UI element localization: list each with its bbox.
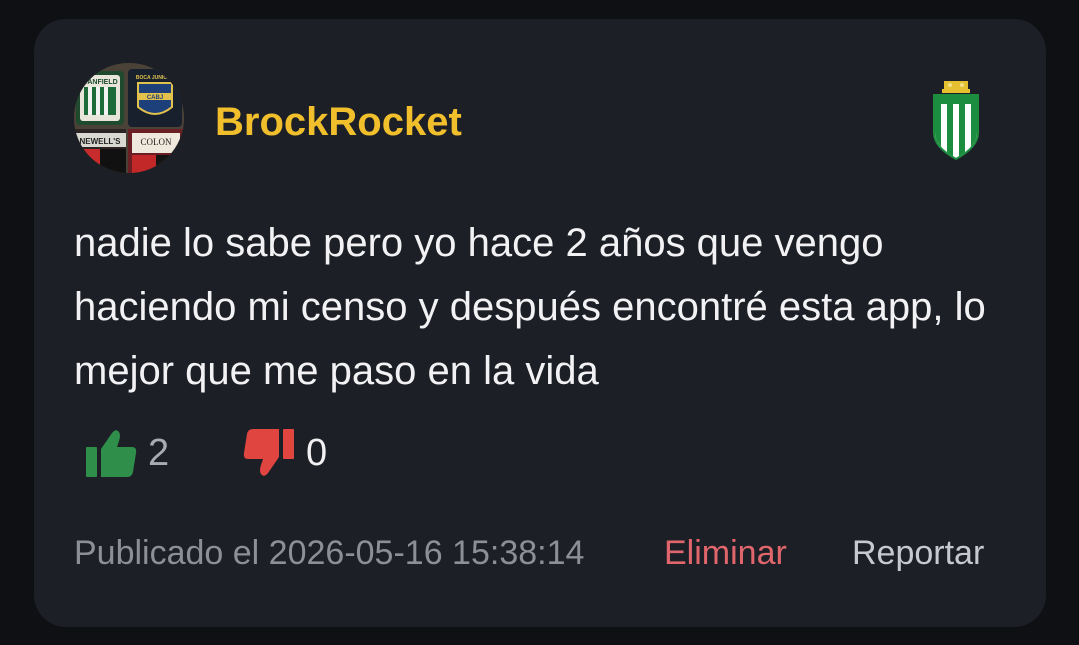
avatar-sticker-text: NEWELL'S <box>79 137 121 146</box>
thumbs-down-icon <box>243 429 294 476</box>
delete-button[interactable]: Eliminar <box>664 531 787 575</box>
report-button[interactable]: Reportar <box>852 531 984 575</box>
comment-text: nadie lo sabe pero yo hace 2 años que ve… <box>74 221 986 393</box>
thumbs-up-icon <box>86 430 137 477</box>
user-avatar[interactable]: BANFIELD BOCA JUNIORS CABJ NEWELL'S COLO… <box>74 63 184 173</box>
avatar-sticker-text: BOCA JUNIORS <box>136 75 175 81</box>
avatar-sticker-text: COLON <box>141 137 172 147</box>
like-button[interactable]: 2 <box>84 427 169 479</box>
avatar-sticker-text: BANFIELD <box>82 79 117 86</box>
svg-text:CABJ: CABJ <box>147 95 163 101</box>
dislike-count: 0 <box>306 432 328 474</box>
banfield-shield-icon <box>930 79 982 161</box>
username[interactable]: BrockRocket <box>215 97 462 147</box>
dislike-button[interactable]: 0 <box>242 427 327 479</box>
like-count: 2 <box>148 432 170 474</box>
comment-card: BANFIELD BOCA JUNIORS CABJ NEWELL'S COLO… <box>34 19 1046 627</box>
club-stickers-avatar-icon: BANFIELD BOCA JUNIORS CABJ NEWELL'S COLO… <box>74 63 184 173</box>
post-timestamp: Publicado el 2026-05-16 15:38:14 <box>74 534 585 572</box>
